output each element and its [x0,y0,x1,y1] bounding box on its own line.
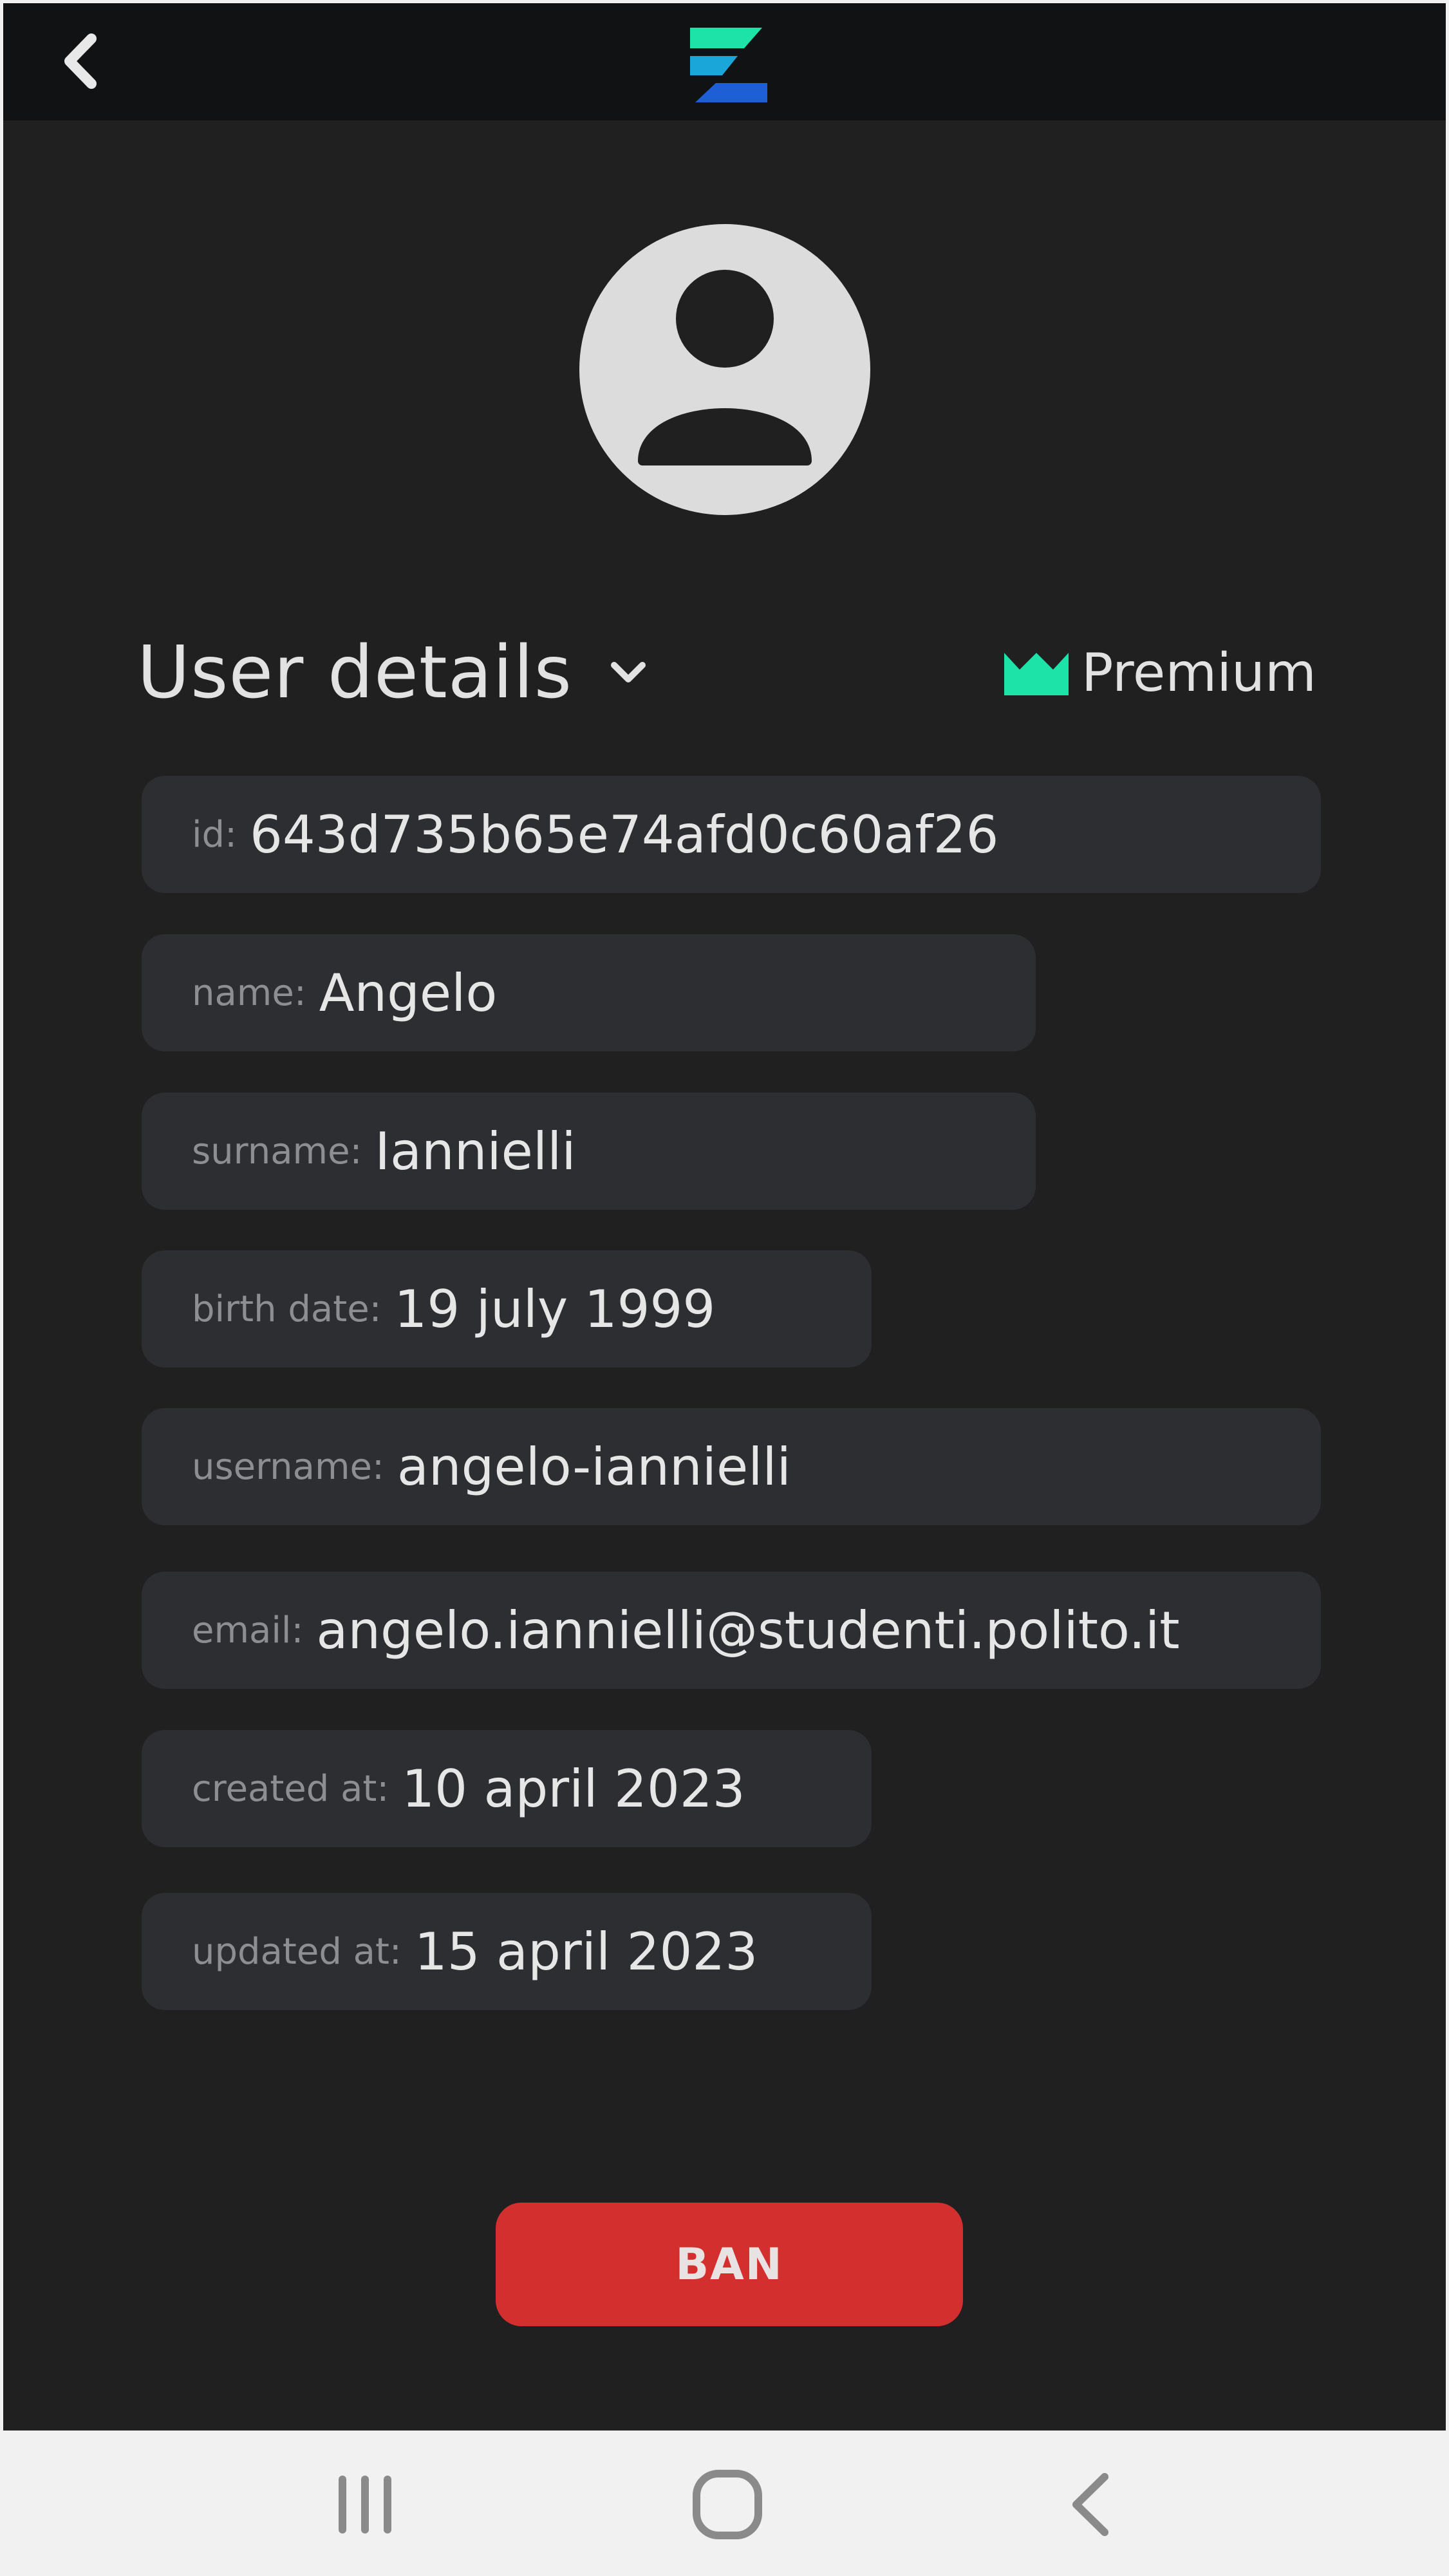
field-username: username: angelo-iannielli [142,1408,1321,1525]
field-created-at: created at: 10 april 2023 [142,1730,872,1847]
field-name: name: Angelo [142,934,1036,1051]
premium-label: Premium [1081,642,1316,704]
user-avatar-icon [579,224,870,515]
field-value: 19 july 1999 [394,1279,716,1339]
field-key: id: [192,813,237,856]
crown-icon [1004,653,1069,695]
recents-button[interactable] [317,2456,413,2553]
field-value: angelo-iannielli [397,1436,791,1497]
field-key: email: [192,1609,304,1651]
recents-icon [339,2476,391,2534]
field-value: Angelo [319,963,498,1023]
field-email: email: angelo.iannielli@studenti.polito.… [142,1572,1321,1689]
field-value: angelo.iannielli@studenti.polito.it [316,1600,1180,1660]
field-key: created at: [192,1767,389,1810]
back-icon [1072,2473,1108,2536]
user-details-toggle[interactable]: User details [137,628,651,718]
field-birth-date: birth date: 19 july 1999 [142,1250,872,1368]
premium-badge: Premium [1004,637,1316,708]
chevron-down-icon [606,650,651,695]
field-key: name: [192,972,306,1014]
field-surname: surname: Iannielli [142,1093,1036,1210]
field-value: Iannielli [375,1121,576,1181]
chevron-left-icon [64,33,97,89]
home-button[interactable] [679,2456,776,2553]
field-value: 15 april 2023 [414,1921,758,1982]
back-button[interactable] [48,29,113,93]
field-updated-at: updated at: 15 april 2023 [142,1893,872,2010]
field-value: 10 april 2023 [402,1758,745,1819]
top-app-bar [3,3,1446,120]
back-nav-button[interactable] [1043,2456,1139,2553]
field-key: surname: [192,1130,362,1172]
app-screen: User details Premium id: 643d735b65e74af… [3,3,1446,2430]
section-title: User details [137,631,573,715]
field-key: username: [192,1445,384,1488]
field-id: id: 643d735b65e74afd0c60af26 [142,776,1321,893]
system-navigation-bar [0,2430,1449,2576]
field-key: updated at: [192,1930,402,1973]
field-value: 643d735b65e74afd0c60af26 [249,804,999,865]
ban-button[interactable]: BAN [496,2203,963,2326]
field-key: birth date: [192,1288,382,1330]
home-icon [693,2470,762,2539]
app-logo [690,28,767,102]
